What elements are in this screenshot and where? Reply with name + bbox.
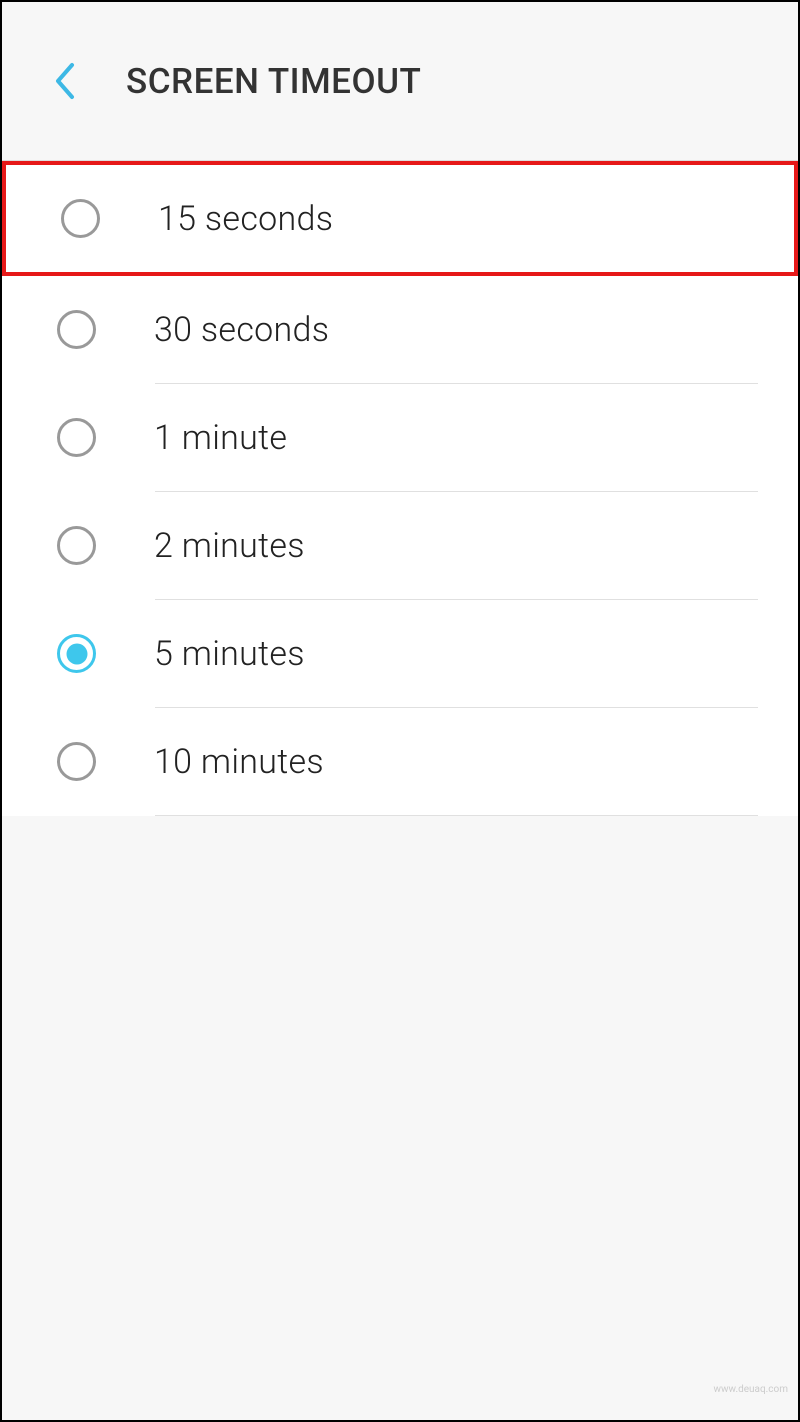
option-30-seconds[interactable]: 30 seconds xyxy=(2,276,798,383)
option-label: 15 seconds xyxy=(158,199,333,239)
options-list: 15 seconds 30 seconds 1 minute 2 minutes… xyxy=(2,161,798,816)
radio-icon xyxy=(57,742,96,781)
option-1-minute[interactable]: 1 minute xyxy=(2,384,798,491)
back-icon[interactable] xyxy=(52,61,76,101)
option-2-minutes[interactable]: 2 minutes xyxy=(2,492,798,599)
page-title: SCREEN TIMEOUT xyxy=(126,61,421,102)
option-label: 2 minutes xyxy=(154,526,305,566)
row-divider xyxy=(155,815,758,816)
radio-icon xyxy=(57,418,96,457)
radio-icon xyxy=(57,310,96,349)
option-label: 5 minutes xyxy=(154,634,305,674)
option-label: 10 minutes xyxy=(154,742,324,782)
radio-icon xyxy=(61,199,100,238)
radio-icon xyxy=(57,526,96,565)
option-15-seconds[interactable]: 15 seconds xyxy=(2,161,798,276)
option-10-minutes[interactable]: 10 minutes xyxy=(2,708,798,815)
header: SCREEN TIMEOUT xyxy=(2,2,798,160)
option-5-minutes[interactable]: 5 minutes xyxy=(2,600,798,707)
option-label: 30 seconds xyxy=(154,310,329,350)
watermark: www.deuaq.com xyxy=(714,1384,789,1395)
option-label: 1 minute xyxy=(154,418,287,458)
radio-icon-selected xyxy=(57,634,96,673)
